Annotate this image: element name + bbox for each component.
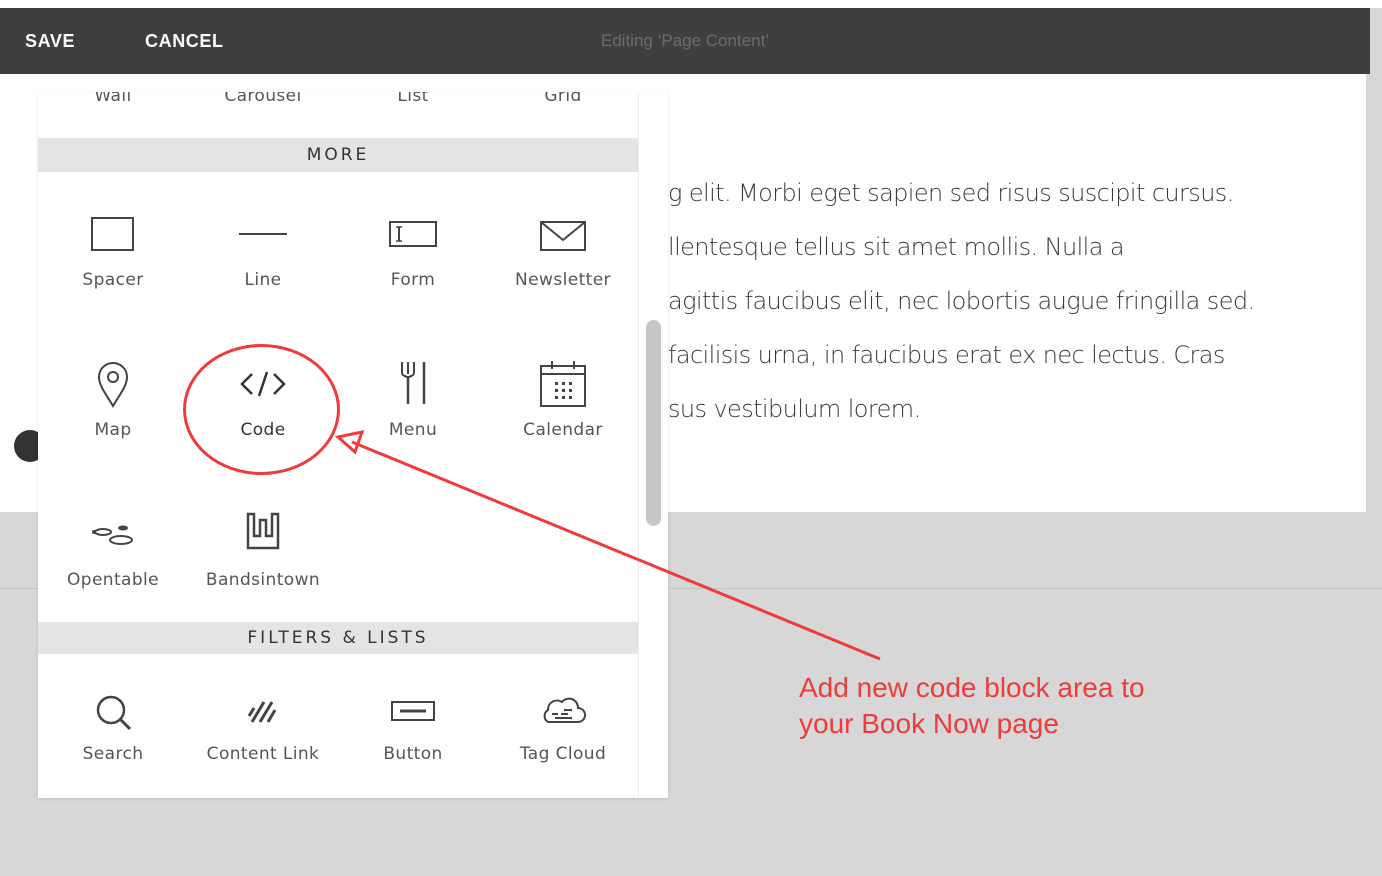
annotation-line: your Book Now page	[799, 708, 1059, 739]
annotation-line: Add new code block area to	[799, 672, 1145, 703]
annotation-note: Add new code block area to your Book Now…	[799, 670, 1219, 742]
annotation-arrow-icon	[334, 429, 881, 661]
